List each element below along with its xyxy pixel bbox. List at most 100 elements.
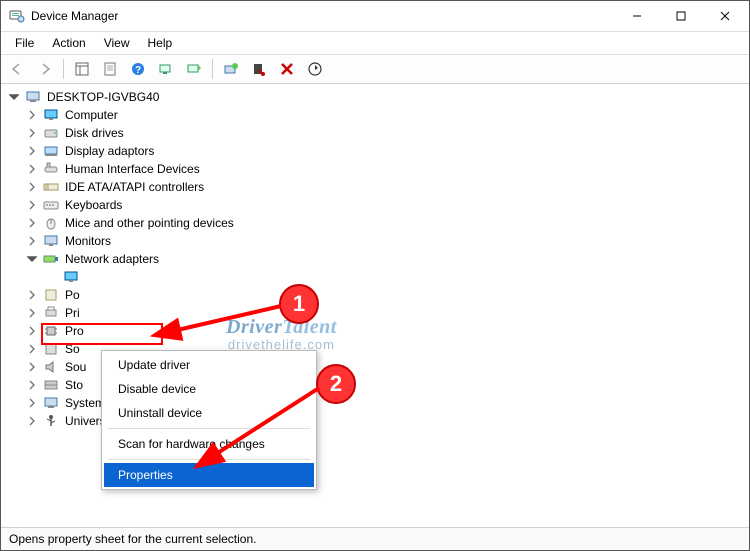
printer-icon [43, 305, 59, 321]
properties-button[interactable] [98, 57, 122, 81]
computer-icon [25, 89, 41, 105]
tree-root[interactable]: DESKTOP-IGVBG40 [1, 88, 749, 106]
display-adapter-icon [43, 143, 59, 159]
tree-item-label: So [63, 342, 82, 356]
close-button[interactable] [703, 1, 747, 31]
expand-icon[interactable] [25, 144, 39, 158]
context-menu-separator [108, 459, 310, 460]
tree-item-label: Sou [63, 360, 88, 374]
tree-item-hid[interactable]: Human Interface Devices [1, 160, 749, 178]
maximize-button[interactable] [659, 1, 703, 31]
tree-item-label: Network adapters [63, 252, 161, 266]
tree-root-label: DESKTOP-IGVBG40 [45, 90, 161, 104]
tree-item-truncated[interactable]: Pro [1, 322, 749, 340]
context-menu-scan-hardware[interactable]: Scan for hardware changes [104, 432, 314, 456]
expand-icon[interactable] [25, 252, 39, 266]
ide-icon [43, 179, 59, 195]
back-button[interactable] [5, 57, 29, 81]
keyboard-icon [43, 197, 59, 213]
context-menu-uninstall-device[interactable]: Uninstall device [104, 401, 314, 425]
titlebar: Device Manager [1, 1, 749, 32]
expand-icon[interactable] [25, 396, 39, 410]
network-adapter-icon [43, 251, 59, 267]
context-menu-update-driver[interactable]: Update driver [104, 353, 314, 377]
menu-file[interactable]: File [7, 34, 42, 52]
disk-icon [43, 125, 59, 141]
tree-item-mice[interactable]: Mice and other pointing devices [1, 214, 749, 232]
add-legacy-button[interactable] [182, 57, 206, 81]
sound-icon [43, 359, 59, 375]
tree-item-label: Pro [63, 324, 86, 338]
software-device-icon [43, 341, 59, 357]
tree-item-truncated[interactable]: Pri [1, 304, 749, 322]
annotation-badge-1: 1 [279, 284, 319, 324]
expand-icon[interactable] [25, 306, 39, 320]
tree-item-truncated[interactable]: Po [1, 286, 749, 304]
disable-device-button[interactable] [247, 57, 271, 81]
tree-item-keyboards[interactable]: Keyboards [1, 196, 749, 214]
tree-item-disk-drives[interactable]: Disk drives [1, 124, 749, 142]
context-menu-disable-device[interactable]: Disable device [104, 377, 314, 401]
tree-pane: DESKTOP-IGVBG40 Computer Disk drives Dis… [1, 84, 749, 527]
toolbar-separator [212, 59, 213, 79]
enable-device-button[interactable] [303, 57, 327, 81]
update-driver-button[interactable] [219, 57, 243, 81]
expand-icon[interactable] [25, 342, 39, 356]
tree-item-label: IDE ATA/ATAPI controllers [63, 180, 206, 194]
app-icon [9, 8, 25, 24]
expand-icon[interactable] [25, 324, 39, 338]
expand-icon[interactable] [25, 378, 39, 392]
mouse-icon [43, 215, 59, 231]
uninstall-device-button[interactable] [275, 57, 299, 81]
device-tree[interactable]: DESKTOP-IGVBG40 Computer Disk drives Dis… [1, 84, 749, 527]
expand-icon[interactable] [25, 360, 39, 374]
expand-icon[interactable] [25, 216, 39, 230]
hid-icon [43, 161, 59, 177]
tree-item-label: Display adaptors [63, 144, 156, 158]
network-adapter-icon [63, 269, 79, 285]
tree-item-label: Sto [63, 378, 85, 392]
tree-item-label: Keyboards [63, 198, 124, 212]
processor-icon [43, 323, 59, 339]
minimize-button[interactable] [615, 1, 659, 31]
device-manager-window: Device Manager File Action View Help ? [0, 0, 750, 551]
menu-view[interactable]: View [96, 34, 138, 52]
expand-icon[interactable] [25, 234, 39, 248]
port-icon [43, 287, 59, 303]
window-title: Device Manager [31, 9, 118, 23]
scan-hardware-button[interactable] [154, 57, 178, 81]
tree-item-network-adapters[interactable]: Network adapters [1, 250, 749, 268]
tree-item-label: Human Interface Devices [63, 162, 202, 176]
statusbar: Opens property sheet for the current sel… [1, 527, 749, 550]
tree-item-label: Computer [63, 108, 120, 122]
usb-icon [43, 413, 59, 429]
context-menu: Update driver Disable device Uninstall d… [101, 350, 317, 490]
expand-icon[interactable] [25, 162, 39, 176]
menu-action[interactable]: Action [44, 34, 93, 52]
expand-icon[interactable] [25, 198, 39, 212]
tree-item-monitors[interactable]: Monitors [1, 232, 749, 250]
storage-icon [43, 377, 59, 393]
expand-icon[interactable] [25, 288, 39, 302]
expand-icon[interactable] [25, 414, 39, 428]
help-button[interactable]: ? [126, 57, 150, 81]
system-icon [43, 395, 59, 411]
tree-item-ide[interactable]: IDE ATA/ATAPI controllers [1, 178, 749, 196]
expand-icon[interactable] [25, 180, 39, 194]
expand-icon[interactable] [25, 108, 39, 122]
monitor-icon [43, 233, 59, 249]
menu-help[interactable]: Help [140, 34, 181, 52]
tree-item-label: Po [63, 288, 82, 302]
tree-item-computer[interactable]: Computer [1, 106, 749, 124]
status-text: Opens property sheet for the current sel… [9, 532, 256, 546]
tree-item-network-child[interactable] [1, 268, 749, 286]
annotation-badge-2: 2 [316, 364, 356, 404]
forward-button[interactable] [33, 57, 57, 81]
expand-icon[interactable] [25, 126, 39, 140]
expand-icon[interactable] [7, 90, 21, 104]
context-menu-properties[interactable]: Properties [104, 463, 314, 487]
show-hide-tree-button[interactable] [70, 57, 94, 81]
tree-item-display-adaptors[interactable]: Display adaptors [1, 142, 749, 160]
tree-item-label: Pri [63, 306, 82, 320]
tree-item-label: Mice and other pointing devices [63, 216, 236, 230]
